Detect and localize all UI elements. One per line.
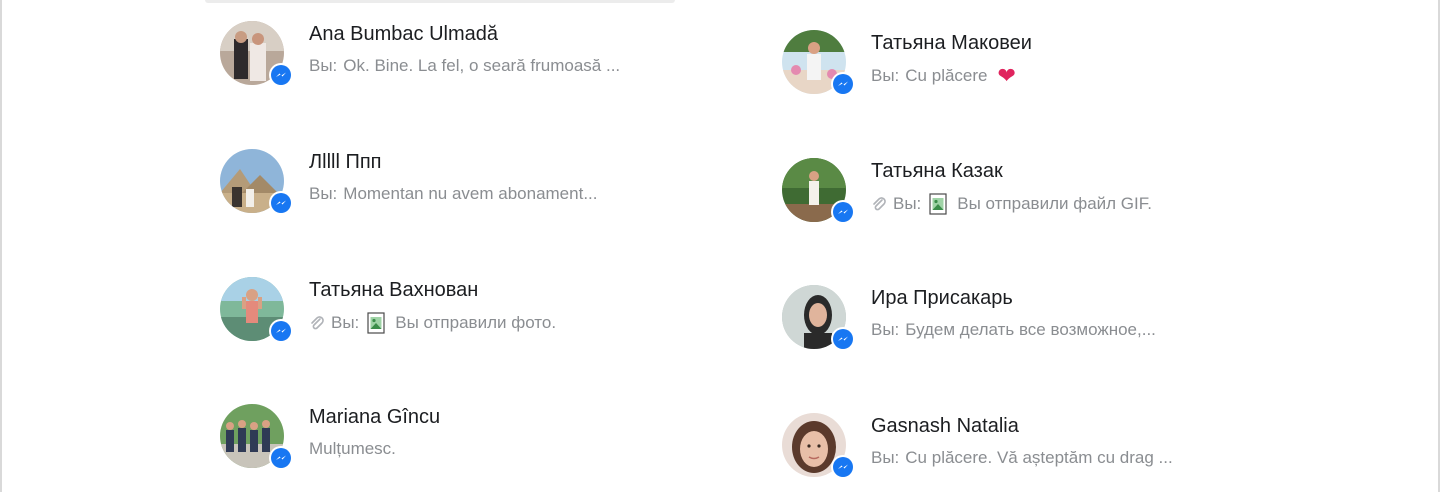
conversation-item[interactable]: Gasnash Natalia Вы: Cu plăcere. Vă aștep… — [782, 413, 1262, 485]
message-preview: Вы: Будем делать все возможное,... — [871, 320, 1156, 340]
avatar[interactable] — [220, 149, 293, 215]
contact-name: Ana Bumbac Ulmadă — [309, 23, 498, 45]
message-preview: Вы: Вы отправили фото. — [309, 312, 556, 334]
message-text: Mulțumesc. — [309, 439, 396, 458]
messenger-icon — [269, 191, 293, 215]
message-text: Ok. Bine. La fel, o seară frumoasă ... — [343, 56, 621, 75]
image-file-icon — [367, 312, 385, 334]
scroll-edge — [205, 0, 675, 3]
conversation-item[interactable]: Ира Присакарь Вы: Будем делать все возмо… — [782, 285, 1262, 357]
paperclip-icon — [309, 315, 325, 331]
messenger-icon — [831, 72, 855, 96]
contact-name: Татьяна Маковеи — [871, 32, 1032, 54]
message-text: Momentan nu avem abonament... — [343, 184, 598, 203]
message-text: Cu plăcere — [905, 66, 988, 85]
messenger-icon — [831, 455, 855, 479]
sender-prefix: Вы: — [893, 194, 922, 213]
messenger-icon — [269, 63, 293, 87]
message-text: Cu plăcere. Vă așteptăm cu drag ... — [905, 448, 1173, 467]
messenger-icon — [831, 327, 855, 351]
sender-prefix: Вы: — [871, 448, 900, 467]
conversation-item[interactable]: Татьяна Казак Вы: Вы отправили файл GIF. — [782, 158, 1262, 230]
avatar[interactable] — [782, 285, 855, 351]
conversation-item[interactable]: Татьяна Маковеи Вы: Cu plăcere ❤ — [782, 30, 1262, 102]
contact-name: Татьяна Вахнован — [309, 279, 479, 301]
contact-name: Gasnash Natalia — [871, 415, 1019, 437]
conversation-item[interactable]: Лllll Ппп Вы: Momentan nu avem abonament… — [220, 149, 700, 221]
conversation-item[interactable]: Татьяна Вахнован Вы: Вы отправили фото. — [220, 277, 700, 349]
message-preview: Вы: Momentan nu avem abonament... — [309, 184, 597, 204]
messenger-icon — [269, 446, 293, 470]
messenger-icon — [269, 319, 293, 343]
message-preview: Вы: Ok. Bine. La fel, o seară frumoasă .… — [309, 56, 620, 76]
contact-name: Лllll Ппп — [309, 151, 382, 173]
heart-icon: ❤ — [997, 63, 1016, 88]
avatar[interactable] — [782, 413, 855, 479]
contact-name: Ира Присакарь — [871, 287, 1013, 309]
avatar[interactable] — [782, 30, 855, 96]
sender-prefix: Вы: — [331, 313, 360, 332]
message-preview: Вы: Cu plăcere ❤ — [871, 65, 1016, 87]
message-preview: Вы: Вы отправили файл GIF. — [871, 193, 1152, 215]
sender-prefix: Вы: — [871, 66, 900, 85]
conversation-item[interactable]: Ana Bumbac Ulmadă Вы: Ok. Bine. La fel, … — [220, 21, 700, 93]
sender-prefix: Вы: — [309, 184, 338, 203]
contact-name: Mariana Gîncu — [309, 406, 441, 428]
conversation-item[interactable]: Mariana Gîncu Mulțumesc. — [220, 404, 700, 476]
paperclip-icon — [871, 196, 887, 212]
image-file-icon — [929, 193, 947, 215]
contact-name: Татьяна Казак — [871, 160, 1003, 182]
avatar[interactable] — [220, 277, 293, 343]
message-text: Будем делать все возможное,... — [905, 320, 1156, 339]
messenger-icon — [831, 200, 855, 224]
sender-prefix: Вы: — [871, 320, 900, 339]
message-text: Вы отправили фото. — [395, 313, 557, 332]
message-text: Вы отправили файл GIF. — [957, 194, 1152, 213]
avatar[interactable] — [782, 158, 855, 224]
message-preview: Mulțumesc. — [309, 439, 396, 459]
sender-prefix: Вы: — [309, 56, 338, 75]
message-preview: Вы: Cu plăcere. Vă așteptăm cu drag ... — [871, 448, 1173, 468]
avatar[interactable] — [220, 21, 293, 87]
avatar[interactable] — [220, 404, 293, 470]
